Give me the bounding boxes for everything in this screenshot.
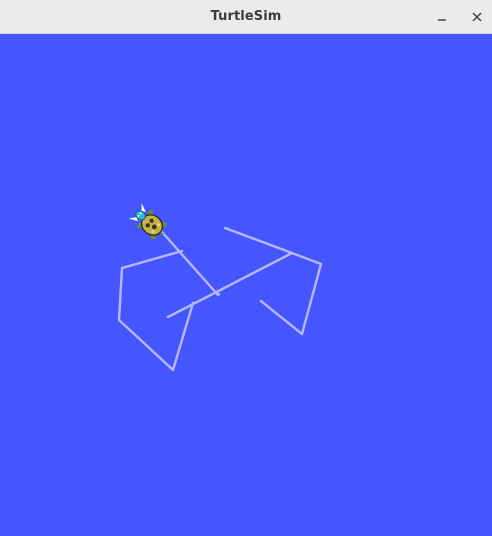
minimize-button[interactable] (432, 7, 452, 27)
close-icon (472, 12, 482, 22)
window-title: TurtleSim (210, 9, 282, 24)
simulation-canvas (0, 35, 492, 531)
minimize-icon (438, 19, 446, 21)
turtle-trail (117, 226, 323, 372)
turtlesim-window: TurtleSim (0, 0, 492, 531)
turtle-icon (128, 203, 167, 240)
trail-segment (166, 226, 294, 319)
close-button[interactable] (467, 7, 487, 27)
title-bar[interactable]: TurtleSim (0, 0, 492, 34)
trail-segment (160, 230, 221, 297)
